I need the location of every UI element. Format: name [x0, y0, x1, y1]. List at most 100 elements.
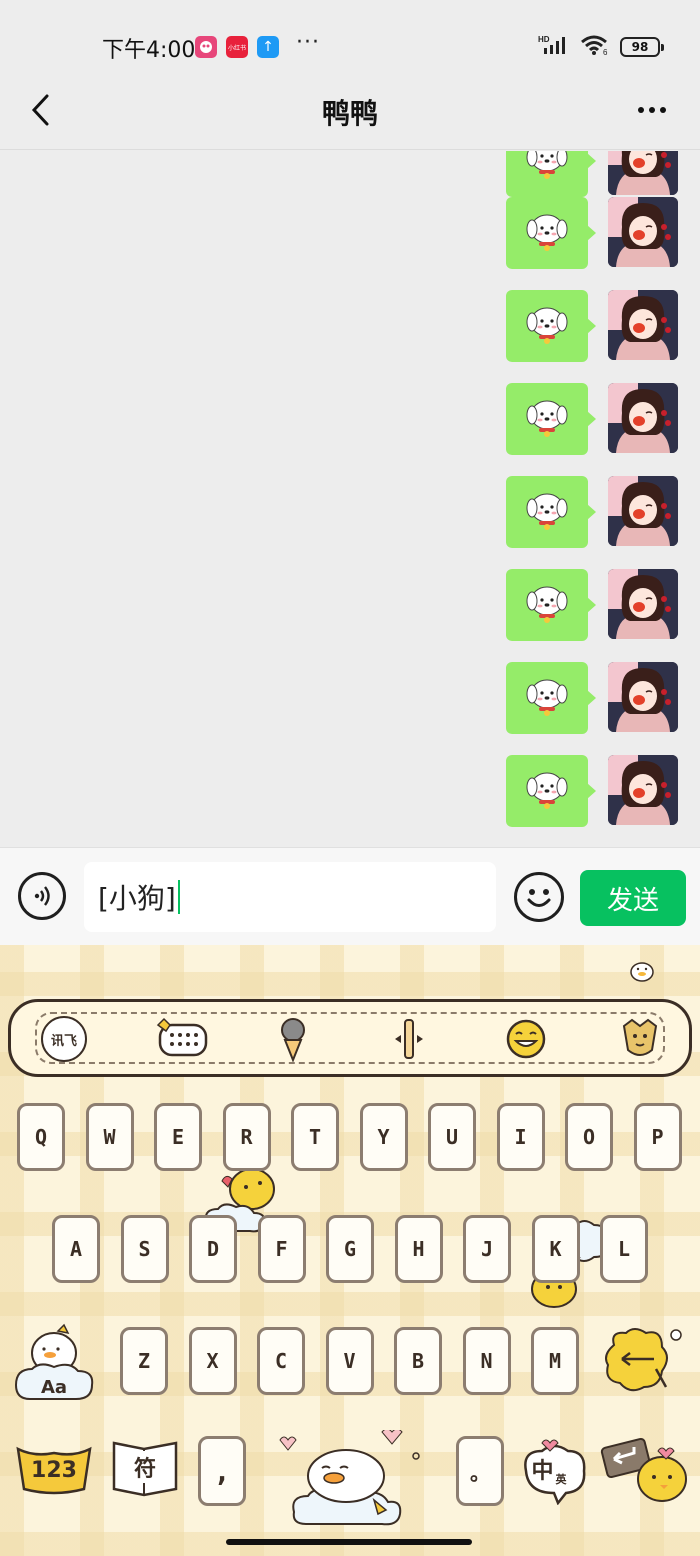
- key-s[interactable]: S: [120, 1215, 169, 1283]
- key-p[interactable]: P: [633, 1103, 682, 1171]
- avatar[interactable]: [608, 151, 678, 195]
- key-x[interactable]: X: [188, 1327, 237, 1395]
- svg-text:6: 6: [603, 48, 608, 56]
- key-o[interactable]: O: [565, 1103, 613, 1171]
- key-d[interactable]: D: [189, 1215, 237, 1283]
- sticker-message-bubble[interactable]: [506, 569, 596, 641]
- key-z[interactable]: Z: [120, 1327, 168, 1395]
- avatar[interactable]: [608, 755, 678, 825]
- signal-icon: HD: [538, 34, 570, 60]
- key-b[interactable]: B: [394, 1327, 442, 1395]
- key-e[interactable]: E: [154, 1103, 202, 1171]
- upload-app-icon: ↑: [257, 36, 279, 58]
- keyboard-toolbar: 讯飞: [8, 999, 692, 1077]
- key-q[interactable]: Q: [17, 1103, 65, 1171]
- voice-input-button[interactable]: [18, 872, 66, 920]
- input-bar: [小狗] 发送: [0, 847, 700, 945]
- numbers-key[interactable]: 123: [14, 1435, 94, 1497]
- key-h[interactable]: H: [394, 1215, 443, 1283]
- key-v[interactable]: V: [325, 1327, 374, 1395]
- duck-mascot-icon[interactable]: [628, 955, 656, 989]
- key-j[interactable]: J: [463, 1215, 511, 1283]
- avatar[interactable]: [608, 383, 678, 453]
- message-row: [506, 383, 678, 455]
- avatar[interactable]: [608, 569, 678, 639]
- avatar[interactable]: [608, 197, 678, 267]
- key-r[interactable]: R: [222, 1103, 271, 1171]
- white-puppy-sticker: [526, 586, 568, 623]
- key-n[interactable]: N: [462, 1327, 511, 1395]
- message-row: [506, 197, 678, 269]
- shift-key-label: Aa: [40, 1376, 68, 1398]
- dot-icon: [649, 107, 655, 113]
- more-options-button[interactable]: [632, 92, 672, 128]
- key-t[interactable]: T: [291, 1103, 339, 1171]
- message-row: [506, 569, 678, 641]
- white-puppy-sticker: [526, 307, 568, 344]
- white-puppy-sticker: [526, 400, 568, 437]
- white-puppy-sticker: [526, 151, 568, 179]
- cursor-move-icon[interactable]: [389, 1016, 429, 1062]
- key-l[interactable]: L: [600, 1215, 648, 1283]
- key-c[interactable]: C: [257, 1327, 305, 1395]
- white-puppy-sticker: [526, 493, 568, 530]
- backspace-key[interactable]: [600, 1325, 690, 1401]
- sticker-message-bubble[interactable]: [506, 662, 596, 734]
- message-row: [506, 151, 678, 197]
- status-time: 下午4:00: [102, 38, 196, 63]
- key-m[interactable]: M: [531, 1327, 579, 1395]
- enter-key[interactable]: [600, 1435, 692, 1507]
- sticker-message-bubble[interactable]: [506, 151, 596, 197]
- backspace-chick-icon: [605, 1328, 682, 1392]
- sticker-message-bubble[interactable]: [506, 383, 596, 455]
- key-f[interactable]: F: [257, 1215, 306, 1283]
- home-indicator[interactable]: [226, 1539, 472, 1545]
- language-key-label: 中: [531, 1459, 554, 1484]
- avatar[interactable]: [608, 662, 678, 732]
- svg-text:HD: HD: [538, 35, 550, 44]
- notification-icons: 小红书 ↑: [195, 36, 279, 58]
- symbols-key[interactable]: 符: [108, 1437, 182, 1497]
- message-row: [506, 662, 678, 734]
- message-row: [506, 755, 678, 827]
- key-w[interactable]: W: [85, 1103, 134, 1171]
- voice-icon: [34, 886, 50, 906]
- language-switch-key[interactable]: 中 英: [518, 1437, 590, 1505]
- shift-key[interactable]: Aa: [12, 1323, 96, 1403]
- avatar[interactable]: [608, 476, 678, 546]
- more-notifications-icon: ···: [296, 30, 320, 55]
- microphone-icon[interactable]: [273, 1016, 313, 1062]
- keyboard-layout-icon[interactable]: [151, 1016, 213, 1062]
- message-list[interactable]: [0, 151, 700, 847]
- xiaohongshu-icon: 小红书: [226, 36, 248, 58]
- sticker-message-bubble[interactable]: [506, 290, 596, 362]
- sticker-message-bubble[interactable]: [506, 755, 596, 827]
- space-key[interactable]: [270, 1428, 440, 1526]
- emoji-button[interactable]: [514, 872, 564, 922]
- dot-icon: [660, 107, 666, 113]
- key-y[interactable]: Y: [359, 1103, 408, 1171]
- sleeping-duck-icon: [279, 1428, 420, 1526]
- emoji-panel-icon[interactable]: [503, 1016, 549, 1062]
- comma-key[interactable]: ,: [198, 1436, 246, 1506]
- key-a[interactable]: A: [52, 1215, 100, 1283]
- message-row: [506, 290, 678, 362]
- smiley-icon: [527, 889, 551, 907]
- text-caret: [177, 880, 180, 914]
- key-g[interactable]: G: [326, 1215, 374, 1283]
- key-k[interactable]: K: [531, 1215, 580, 1283]
- send-button[interactable]: 发送: [580, 870, 686, 926]
- sticker-message-bubble[interactable]: [506, 476, 596, 548]
- theme-mascot-icon[interactable]: [617, 1016, 663, 1062]
- white-puppy-sticker: [526, 772, 568, 809]
- sticker-message-bubble[interactable]: [506, 197, 596, 269]
- key-u[interactable]: U: [428, 1103, 476, 1171]
- key-i[interactable]: I: [496, 1103, 545, 1171]
- status-right: HD 6 98: [538, 34, 664, 60]
- avatar[interactable]: [608, 290, 678, 360]
- xunfei-logo-button[interactable]: 讯飞: [41, 1016, 87, 1062]
- period-key[interactable]: 。: [456, 1436, 504, 1506]
- language-key-sublabel: 英: [555, 1473, 567, 1486]
- message-input[interactable]: [小狗]: [84, 862, 496, 932]
- battery-indicator: 98: [620, 37, 664, 57]
